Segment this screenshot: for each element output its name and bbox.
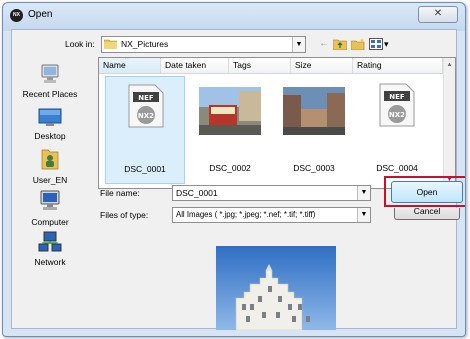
file-type-label: Files of type: xyxy=(100,210,149,220)
open-button-highlight xyxy=(384,176,465,207)
file-item[interactable]: NEF NX2 DSC_0004 xyxy=(357,76,437,184)
recent-places-icon xyxy=(41,64,59,83)
file-item[interactable]: NEF NX2 DSC_0001 xyxy=(105,76,185,184)
place-label: Desktop xyxy=(34,131,66,141)
column-rating[interactable]: Rating xyxy=(353,58,443,73)
column-size[interactable]: Size xyxy=(291,58,353,73)
place-user-en[interactable]: User_EN xyxy=(14,147,86,185)
place-computer[interactable]: Computer xyxy=(14,189,86,227)
nef-badge: NEF xyxy=(389,93,405,101)
back-icon[interactable]: ← xyxy=(319,37,329,51)
nef-badge: NEF xyxy=(138,94,154,102)
navigation-toolbar: ← ▾ xyxy=(319,36,389,52)
file-name: DSC_0001 xyxy=(124,164,166,174)
close-icon: ✕ xyxy=(433,8,443,19)
photo-thumbnail xyxy=(199,87,261,135)
open-dialog: NX Open ✕ Look in: NX_Pictures ▼ ← ▾ Rec… xyxy=(2,2,466,337)
nx2-badge: NX2 xyxy=(138,112,154,120)
up-folder-icon[interactable] xyxy=(333,38,347,50)
place-label: User_EN xyxy=(32,175,68,185)
column-header-row: Name ^ Date taken Tags Size Rating xyxy=(99,58,443,74)
place-label: Computer xyxy=(31,217,69,227)
chevron-down-icon[interactable]: ▼ xyxy=(292,37,305,52)
file-list[interactable]: Name ^ Date taken Tags Size Rating NEF N… xyxy=(98,57,456,189)
file-type-value: All Images ( *.jpg; *.jpeg; *.nef; *.tif… xyxy=(176,210,316,219)
file-name: DSC_0004 xyxy=(376,163,418,173)
view-menu-icon[interactable] xyxy=(369,38,383,50)
column-tags[interactable]: Tags xyxy=(229,58,291,73)
file-name-value: DSC_0001 xyxy=(176,188,218,198)
file-name: DSC_0003 xyxy=(293,163,335,173)
file-name: DSC_0002 xyxy=(209,163,251,173)
view-menu-arrow-icon[interactable]: ▾ xyxy=(384,37,389,51)
vertical-scrollbar[interactable]: ▲ ▼ xyxy=(443,58,455,188)
sort-arrow-icon: ^ xyxy=(125,57,129,63)
desktop-icon xyxy=(38,108,62,126)
nx2-badge: NX2 xyxy=(389,111,405,119)
look-in-dropdown[interactable]: NX_Pictures ▼ xyxy=(101,36,306,53)
chevron-down-icon[interactable]: ▼ xyxy=(357,208,370,222)
chevron-down-icon[interactable]: ▼ xyxy=(357,186,370,200)
nef-file-icon: NEF NX2 xyxy=(379,83,415,127)
places-bar: Recent Places Desktop User_EN Computer N… xyxy=(14,57,86,287)
window-title: Open xyxy=(28,9,53,20)
cancel-button[interactable]: Cancel xyxy=(394,208,460,220)
nx-app-icon: NX xyxy=(10,9,23,22)
dialog-body: Look in: NX_Pictures ▼ ← ▾ Recent Places… xyxy=(11,29,465,330)
computer-icon xyxy=(40,190,60,210)
file-item[interactable]: DSC_0003 xyxy=(274,76,354,184)
image-preview xyxy=(216,246,336,330)
nef-file-icon: NEF NX2 xyxy=(128,84,164,128)
file-name-label: File name: xyxy=(100,188,140,198)
place-label: Network xyxy=(34,257,66,267)
file-type-select[interactable]: All Images ( *.jpg; *.jpeg; *.nef; *.tif… xyxy=(172,207,371,223)
photo-thumbnail xyxy=(283,87,345,135)
column-date-taken[interactable]: Date taken xyxy=(161,58,229,73)
file-name-input[interactable]: DSC_0001 ▼ xyxy=(172,185,371,201)
file-item[interactable]: DSC_0002 xyxy=(190,76,270,184)
close-button[interactable]: ✕ xyxy=(418,6,458,23)
user-folder-icon xyxy=(41,149,59,170)
place-network[interactable]: Network xyxy=(14,231,86,267)
place-label: Recent Places xyxy=(22,89,78,99)
place-desktop[interactable]: Desktop xyxy=(14,107,86,141)
column-name[interactable]: Name ^ xyxy=(99,58,161,73)
folder-icon xyxy=(104,39,117,49)
look-in-label: Look in: xyxy=(65,39,95,49)
title-bar[interactable]: NX Open ✕ xyxy=(3,3,465,28)
new-folder-icon[interactable] xyxy=(351,38,365,50)
place-recent-places[interactable]: Recent Places xyxy=(14,63,86,99)
scroll-up-icon[interactable]: ▲ xyxy=(444,60,455,71)
network-icon xyxy=(38,231,62,252)
look-in-value: NX_Pictures xyxy=(121,39,169,49)
